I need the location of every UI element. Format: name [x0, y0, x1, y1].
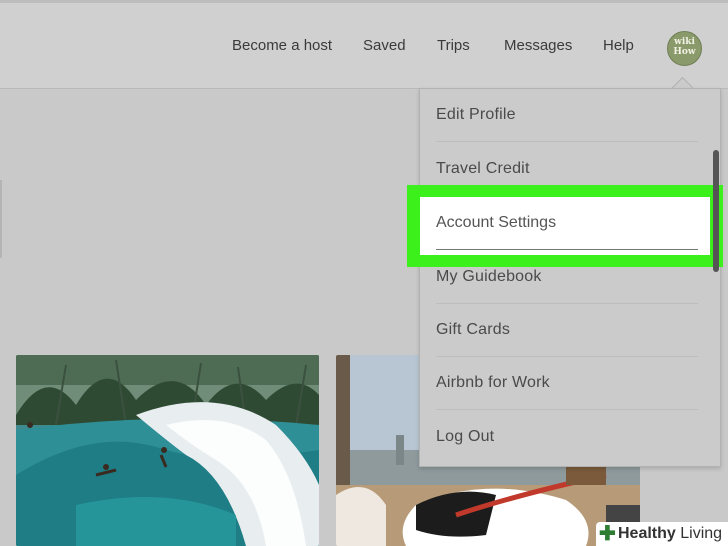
menu-item-gift-cards[interactable]: Gift Cards — [436, 303, 698, 357]
menu-item-log-out[interactable]: Log Out — [436, 410, 698, 463]
menu-item-edit-profile[interactable]: Edit Profile — [436, 88, 698, 142]
listing-photo-surf[interactable] — [16, 355, 319, 546]
top-navigation-bar: Become a host Saved Trips Messages Help … — [0, 0, 728, 89]
avatar-text-line2: How — [673, 47, 696, 57]
help-link[interactable]: Help — [603, 37, 634, 54]
messages-link[interactable]: Messages — [504, 37, 572, 54]
menu-item-airbnb-for-work[interactable]: Airbnb for Work — [436, 356, 698, 410]
search-box-edge — [0, 180, 2, 258]
trips-link[interactable]: Trips — [437, 37, 470, 54]
browser-edge-line — [0, 0, 728, 3]
saved-link[interactable]: Saved — [363, 37, 406, 54]
menu-item-my-guidebook[interactable]: My Guidebook — [436, 250, 698, 304]
avatar-text-line1: wiki — [674, 37, 695, 47]
user-avatar[interactable]: wiki How — [667, 31, 702, 66]
watermark-brand-bold: Healthy — [618, 525, 676, 542]
menu-item-account-settings[interactable]: Account Settings — [436, 197, 698, 250]
watermark-text: Healthy Living — [618, 525, 722, 543]
surf-image — [16, 355, 319, 546]
plus-cross-icon: ✚ — [599, 523, 616, 545]
page-scrollbar[interactable] — [713, 150, 719, 272]
become-host-link[interactable]: Become a host — [232, 37, 332, 54]
watermark-brand-rest: Living — [675, 525, 723, 542]
